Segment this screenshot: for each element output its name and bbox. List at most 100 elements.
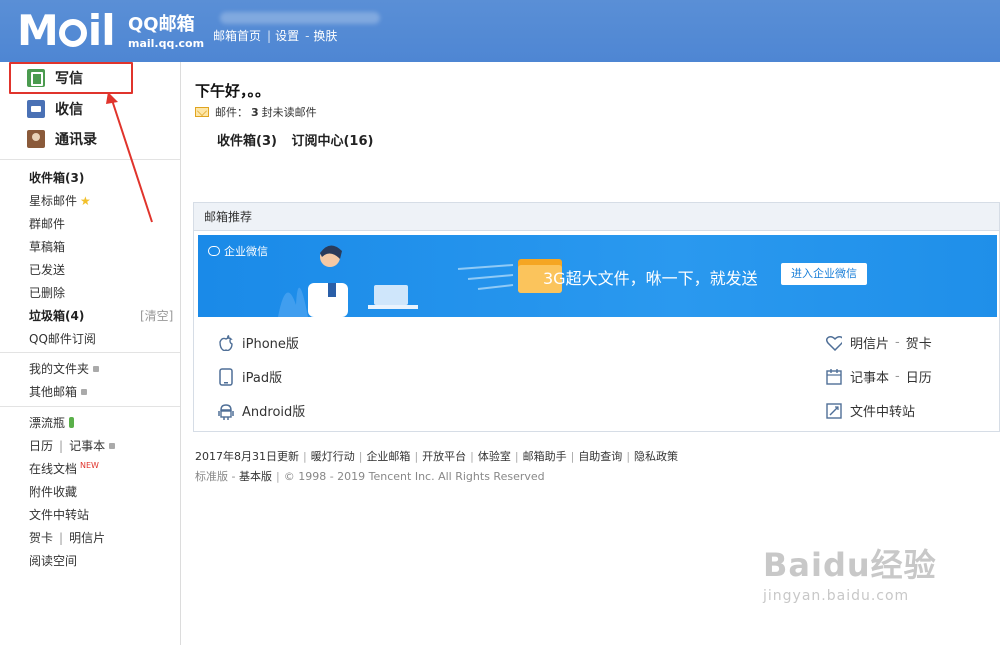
folder-spam[interactable]: 垃圾箱(4) [29, 307, 84, 324]
lock-icon [93, 366, 100, 372]
notebook-link[interactable]: 记事本 [69, 439, 105, 453]
folder-sent[interactable]: 已发送 [29, 261, 65, 278]
attachment-collection[interactable]: 附件收藏 [29, 483, 77, 500]
android-version-label: Android版 [242, 405, 306, 420]
recommend-title: 邮箱推荐 [194, 203, 999, 231]
drift-bottle-label: 漂流瓶 [29, 416, 66, 430]
watermark-url: jingyan.baidu.com [763, 588, 910, 604]
inbox-icon [27, 100, 45, 118]
folder-starred-label: 星标邮件 [29, 194, 78, 208]
tablet-icon [218, 367, 234, 386]
other-mailboxes[interactable]: 其他邮箱 [29, 383, 88, 400]
sidebar-divider [0, 352, 180, 353]
file-transfer-icon [826, 402, 842, 420]
other-mailboxes-label: 其他邮箱 [29, 385, 78, 399]
footer-lab-link[interactable]: 体验室 [478, 450, 511, 463]
folder-group[interactable]: 群邮件 [29, 215, 65, 232]
folder-inbox[interactable]: 收件箱(3) [29, 169, 84, 186]
unread-summary: 邮件： 3 封未读邮件 [195, 104, 317, 120]
online-docs[interactable]: 在线文档 NEW [29, 460, 99, 477]
standard-edition: 标准版 [195, 470, 228, 483]
quick-subscription-link[interactable]: 订阅中心(16) [291, 134, 373, 149]
notebook-label: 记事本 [850, 371, 890, 386]
footer-warm-link[interactable]: 暖灯行动 [311, 450, 355, 463]
empty-spam-link[interactable]: [清空] [140, 307, 173, 324]
blurred-account-name [220, 12, 380, 24]
apple-icon [218, 334, 234, 352]
unread-suffix[interactable]: 封未读邮件 [262, 104, 317, 120]
annotation-arrow [106, 92, 153, 223]
wework-banner[interactable]: 企业微信 3G超大文件，咻一下，就发送 进入企业微信 [198, 235, 997, 317]
receive-label: 收信 [55, 102, 83, 118]
contacts-icon [27, 130, 45, 148]
reading-space[interactable]: 阅读空间 [29, 552, 77, 569]
quick-inbox-link[interactable]: 收件箱(3) [217, 134, 277, 149]
watermark-brand: Baidu经验 [763, 546, 937, 584]
footer-copyright-row: 标准版 - 基本版 | © 1998 - 2019 Tencent Inc. All… [195, 470, 545, 483]
wework-label-text: 企业微信 [224, 245, 268, 258]
quick-links: 收件箱(3) 订阅中心(16) [217, 130, 383, 149]
ipad-version-link[interactable]: iPad版 [218, 367, 282, 386]
calendar-link[interactable]: 日历 [29, 439, 53, 453]
compose-icon [27, 69, 45, 87]
folder-starred[interactable]: 星标邮件 ★ [29, 192, 91, 209]
heart-icon [826, 334, 842, 352]
card-postcard-row: 贺卡 | 明信片 [29, 531, 106, 545]
wework-icon [208, 246, 220, 256]
ipad-version-label: iPad版 [242, 371, 283, 386]
footer-assistant-link[interactable]: 邮箱助手 [523, 450, 567, 463]
greeting-card-link[interactable]: 贺卡 [29, 531, 53, 545]
bottle-icon [69, 417, 75, 428]
enter-wework-button[interactable]: 进入企业微信 [781, 263, 867, 285]
android-version-link[interactable]: Android版 [218, 401, 305, 420]
iphone-version-label: iPhone版 [242, 337, 299, 352]
drift-bottle[interactable]: 漂流瓶 [29, 414, 75, 431]
notebook-link-row[interactable]: 记事本 - 日历 [826, 367, 932, 386]
my-folders-label: 我的文件夹 [29, 362, 90, 376]
footer-update-link[interactable]: 2017年8月31日更新 [195, 450, 299, 463]
contacts-button[interactable]: 通讯录 [27, 126, 97, 152]
calendar-notebook-row: 日历 | 记事本 [29, 437, 116, 454]
sidebar-divider [0, 406, 180, 407]
file-transfer-link-row[interactable]: 文件中转站 [826, 401, 915, 420]
greeting: 下午好，。。 [195, 82, 271, 100]
compose-label: 写信 [55, 71, 83, 87]
postcard-link[interactable]: 明信片 [69, 531, 105, 545]
postcard-link-row[interactable]: 明信片 - 贺卡 [826, 333, 932, 352]
folder-deleted[interactable]: 已删除 [29, 284, 65, 301]
postcard-label: 明信片 [850, 337, 890, 352]
file-transfer-label: 文件中转站 [850, 405, 916, 420]
online-docs-label: 在线文档 [29, 462, 78, 476]
header-links: 邮箱首页 | 设置 - 换肤 [213, 29, 338, 43]
unread-count: 3 [251, 105, 259, 119]
contacts-label: 通讯录 [55, 132, 97, 148]
greeting-card-label[interactable]: 贺卡 [906, 333, 932, 352]
wework-label: 企业微信 [208, 243, 268, 259]
compose-button[interactable]: 写信 [27, 65, 83, 91]
footer-openplatform-link[interactable]: 开放平台 [422, 450, 466, 463]
my-folders[interactable]: 我的文件夹 [29, 360, 100, 377]
footer-privacy-link[interactable]: 隐私政策 [634, 450, 678, 463]
lock-icon [109, 443, 116, 449]
calendar-icon [826, 368, 842, 386]
folder-drafts[interactable]: 草稿箱 [29, 238, 65, 255]
receive-button[interactable]: 收信 [27, 96, 83, 122]
settings-link[interactable]: 设置 [275, 29, 299, 43]
copyright-text: © 1998 - 2019 Tencent Inc. All Rights Re… [283, 470, 545, 483]
footer-selfquery-link[interactable]: 自助查询 [578, 450, 622, 463]
file-transfer-station[interactable]: 文件中转站 [29, 506, 89, 523]
baidu-watermark: Baidu经验 jingyan.baidu.com [763, 540, 937, 604]
folder-subscriptions[interactable]: QQ邮件订阅 [29, 330, 96, 347]
calendar-label[interactable]: 日历 [906, 367, 932, 386]
lock-icon [81, 389, 88, 395]
new-badge: NEW [80, 461, 99, 470]
brand-block: QQ邮箱 mail.qq.com [128, 10, 204, 50]
mail-logo[interactable]: Mil [17, 6, 116, 55]
unread-prefix: 邮件： [215, 106, 248, 119]
edition-separator: - [231, 470, 236, 483]
skin-link[interactable]: 换肤 [313, 29, 337, 43]
footer-enterprise-link[interactable]: 企业邮箱 [366, 450, 410, 463]
home-link[interactable]: 邮箱首页 [213, 29, 261, 43]
iphone-version-link[interactable]: iPhone版 [218, 333, 299, 352]
basic-edition-link[interactable]: 基本版 [239, 470, 272, 483]
